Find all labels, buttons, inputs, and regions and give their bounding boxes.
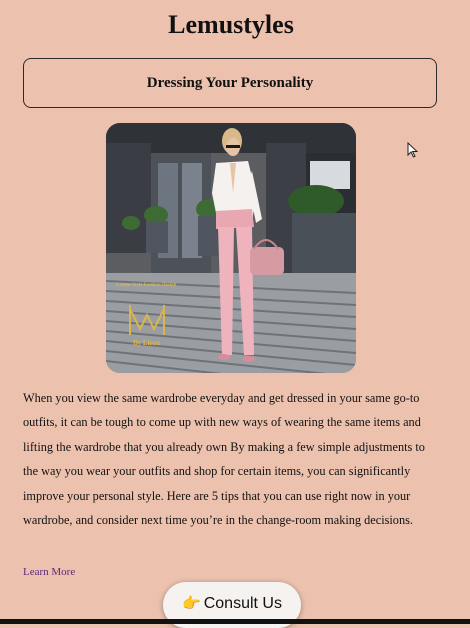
article-paragraph: When you view the same wardrobe everyday… bbox=[23, 391, 425, 528]
bottom-divider bbox=[0, 619, 470, 624]
photo-watermark-text: Leemu Style Fashion Design bbox=[116, 283, 177, 288]
pointing-hand-icon: 👉 bbox=[182, 595, 201, 612]
section-heading: Dressing Your Personality bbox=[146, 74, 314, 91]
photo-watermark-by: By Liron bbox=[133, 339, 160, 347]
fashion-photo: Leemu Style Fashion Design By Liron bbox=[106, 123, 356, 373]
section-heading-box: Dressing Your Personality bbox=[23, 58, 437, 108]
consult-us-label: Consult Us bbox=[203, 595, 282, 612]
mouse-cursor-icon bbox=[407, 141, 419, 163]
site-title: Lemustyles bbox=[168, 10, 294, 39]
learn-more-link[interactable]: Learn More bbox=[23, 566, 75, 578]
